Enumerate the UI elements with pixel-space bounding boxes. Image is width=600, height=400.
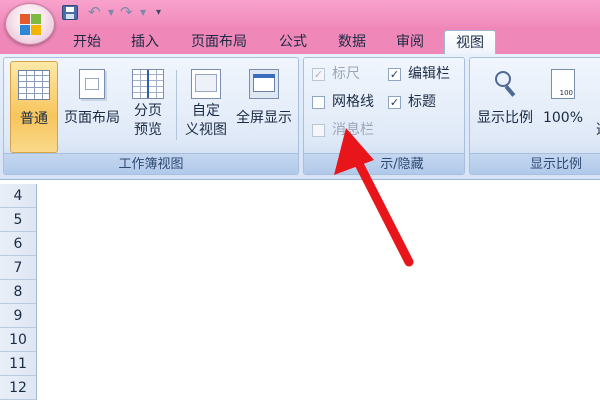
headings-checkbox[interactable]: ✓ 标题 — [388, 92, 436, 112]
zoom-to-selection-label: 选 — [588, 121, 600, 140]
group-label-workbook-views: 工作簿视图 — [4, 153, 298, 174]
tab-data[interactable]: 数据 — [333, 30, 371, 54]
title-bar: ↶ ▼ ↷ ▼ ▾ — [0, 0, 600, 30]
undo-icon[interactable]: ↶ — [88, 3, 108, 21]
custom-views-button[interactable]: 自定 义视图 — [182, 61, 230, 153]
tab-formulas[interactable]: 公式 — [274, 30, 312, 54]
group-zoom: 显示比例 100 100% 选 显示比例 — [469, 57, 600, 175]
group-label-zoom-text: 显示比例 — [530, 157, 583, 172]
page-break-preview-icon — [132, 69, 164, 99]
row-header[interactable]: 8 — [0, 280, 37, 304]
group-label-show-hide: 示/隐藏 — [304, 153, 464, 174]
formula-bar-checkbox[interactable]: ✓ 编辑栏 — [388, 64, 450, 84]
full-screen-label: 全屏显示 — [236, 110, 292, 126]
ribbon-tab-bar: 开始 插入 页面布局 公式 数据 审阅 视图 — [0, 27, 600, 54]
normal-view-label: 普通 — [20, 111, 48, 127]
ruler-checkbox: ✓ 标尺 — [312, 64, 360, 84]
ruler-label: 标尺 — [332, 66, 360, 82]
worksheet-grid[interactable]: 4 5 6 7 8 9 10 11 12 — [0, 181, 600, 400]
row-header[interactable]: 4 — [0, 184, 37, 208]
row-header[interactable]: 12 — [0, 376, 37, 400]
customize-arrow-icon[interactable]: ▾ — [156, 7, 161, 18]
headings-label: 标题 — [408, 94, 436, 110]
zoom-button[interactable]: 显示比例 — [472, 61, 538, 153]
page-100-icon: 100 — [551, 69, 575, 99]
tab-view[interactable]: 视图 — [444, 30, 496, 54]
normal-view-icon — [18, 70, 50, 100]
save-icon[interactable] — [62, 4, 78, 20]
custom-views-label: 自定 义视图 — [185, 103, 227, 138]
custom-views-icon — [191, 69, 221, 99]
office-logo-icon — [20, 14, 42, 36]
checkbox-icon — [312, 95, 325, 109]
tab-review[interactable]: 审阅 — [391, 30, 429, 54]
gridlines-checkbox[interactable]: 网格线 — [312, 92, 374, 112]
group-show-hide: ✓ 标尺 网格线 消息栏 ✓ 编辑栏 ✓ 标题 示/隐藏 — [303, 57, 465, 175]
checkbox-icon — [312, 123, 325, 137]
page-layout-label: 页面布局 — [64, 110, 120, 126]
row-header[interactable]: 11 — [0, 352, 37, 376]
message-bar-checkbox: 消息栏 — [312, 120, 374, 140]
chevron-down-icon[interactable]: ▼ — [108, 8, 120, 17]
page-layout-view-button[interactable]: 页面布局 — [61, 61, 123, 153]
zoom-to-selection-button[interactable]: 选 — [588, 61, 600, 153]
checkmark-icon: ✓ — [388, 95, 401, 109]
row-header[interactable]: 5 — [0, 208, 37, 232]
quick-access-toolbar: ↶ ▼ ↷ ▼ ▾ — [62, 2, 161, 22]
zoom-100-label: 100% — [542, 110, 584, 126]
row-header[interactable]: 10 — [0, 328, 37, 352]
zoom-label: 显示比例 — [477, 110, 533, 126]
checkmark-icon: ✓ — [312, 67, 325, 81]
zoom-100-button[interactable]: 100 100% — [540, 61, 586, 153]
chevron-down-icon[interactable]: ▼ — [140, 8, 156, 17]
page-break-preview-button[interactable]: 分页 预览 — [126, 61, 170, 153]
gridlines-label: 网格线 — [332, 94, 374, 110]
group-workbook-views: 普通 页面布局 分页 预览 自定 义视图 全屏显示 工作簿视图 — [3, 57, 299, 175]
office-button[interactable] — [5, 3, 55, 45]
message-bar-label: 消息栏 — [332, 122, 374, 138]
group-label-zoom: 显示比例 — [470, 153, 600, 174]
tab-home[interactable]: 开始 — [68, 30, 106, 54]
tab-insert[interactable]: 插入 — [126, 30, 164, 54]
normal-view-button[interactable]: 普通 — [10, 61, 58, 153]
magnifier-icon — [489, 69, 521, 99]
redo-icon[interactable]: ↷ — [120, 3, 140, 21]
row-header[interactable]: 6 — [0, 232, 37, 256]
full-screen-button[interactable]: 全屏显示 — [232, 61, 296, 153]
ribbon: 普通 页面布局 分页 预览 自定 义视图 全屏显示 工作簿视图 ✓ 标尺 网格线… — [0, 54, 600, 180]
row-header[interactable]: 7 — [0, 256, 37, 280]
checkmark-icon: ✓ — [388, 67, 401, 81]
full-screen-icon — [249, 69, 279, 99]
group-label-show-hide-text: 示/隐藏 — [380, 157, 424, 172]
tab-page-layout[interactable]: 页面布局 — [185, 30, 253, 54]
page-break-preview-label: 分页 预览 — [134, 103, 162, 138]
group-divider — [176, 70, 177, 140]
page-layout-icon — [79, 69, 105, 99]
formula-bar-label: 编辑栏 — [408, 66, 450, 82]
row-header[interactable]: 9 — [0, 304, 37, 328]
